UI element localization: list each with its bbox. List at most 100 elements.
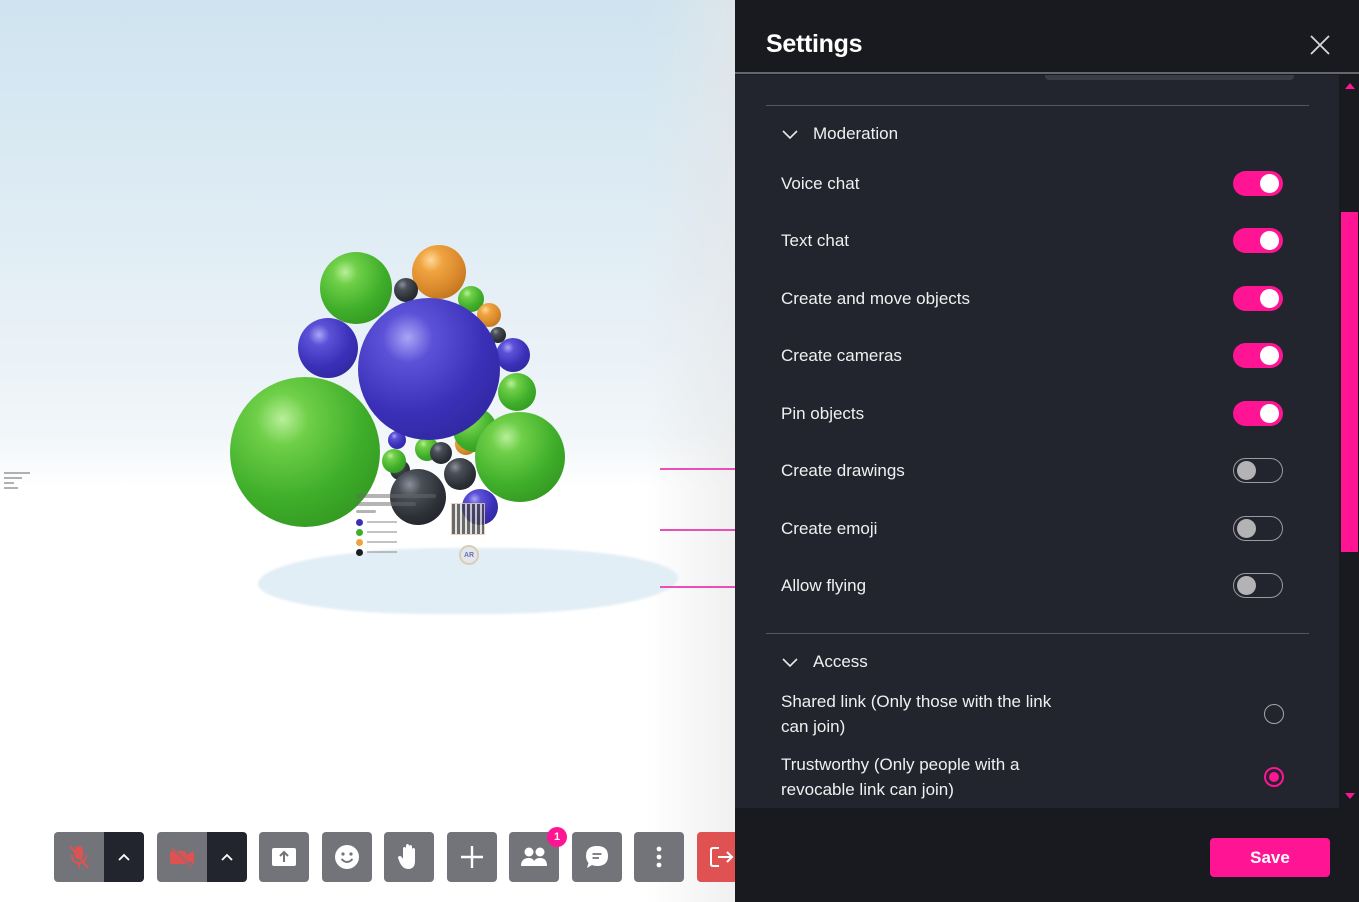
emoji-icon [335,845,359,869]
blue-sphere[interactable] [298,318,358,378]
more-vertical-icon [656,846,662,868]
green-sphere[interactable] [498,373,536,411]
blue-sphere[interactable] [496,338,530,372]
chat-icon [586,846,608,868]
legend-row [356,517,446,527]
plus-icon [461,846,483,868]
toggle-knob [1260,174,1279,193]
moderation-section-title: Moderation [813,124,899,143]
people-button[interactable]: 1 [509,827,567,882]
voice-chat-label: Voice chat [781,174,860,193]
blue-sphere[interactable] [358,298,500,440]
legend-row [356,537,446,547]
camera-options-button[interactable] [207,832,247,882]
panel-edge-shade [645,0,735,902]
access-section-toggle[interactable]: Access [781,652,868,672]
ar-button[interactable]: AR [459,545,479,565]
toggle-knob [1260,404,1279,423]
leave-icon [710,847,734,867]
poster-legend-heading [356,510,376,513]
allow-flying-toggle[interactable] [1233,573,1283,598]
text-chat-toggle[interactable] [1233,228,1283,253]
qr-code[interactable] [451,503,485,535]
orange-sphere[interactable] [412,245,466,299]
scroll-up-arrow-icon[interactable] [1345,83,1355,89]
camera-toggle-button[interactable] [157,832,207,882]
previous-field-edge [1045,75,1294,80]
close-icon[interactable] [1309,34,1331,56]
toggle-knob [1260,231,1279,250]
text-chat-label: Text chat [781,231,850,250]
toggle-knob [1237,519,1256,538]
save-button[interactable]: Save [1210,838,1330,877]
toggle-knob [1260,289,1279,308]
mic-toggle-button[interactable] [54,832,104,882]
scrollbar-thumb[interactable] [1341,212,1358,552]
dark-sphere[interactable] [444,458,476,490]
moderation-section-toggle[interactable]: Moderation [781,124,898,144]
camera-off-icon [170,846,194,868]
legend-dot [356,518,363,526]
green-sphere[interactable] [475,412,565,502]
toggle-knob [1237,461,1256,480]
distant-poster[interactable] [4,472,54,506]
camera-control [157,832,247,882]
create-cameras-toggle[interactable] [1233,343,1283,368]
dark-sphere[interactable] [430,442,452,464]
emoji-button[interactable] [322,832,372,882]
toggle-knob [1237,576,1256,595]
green-sphere[interactable] [382,449,406,473]
scroll-down-arrow-icon[interactable] [1345,793,1355,799]
annotation-arrow-create-drawings [660,468,735,470]
create-drawings-label: Create drawings [781,461,905,480]
create-move-objects-label: Create and move objects [781,289,970,308]
leave-room-button[interactable] [697,832,735,882]
chevron-up-icon [118,853,130,861]
shared-link-option-label: Shared link (Only those with the link ca… [781,692,1052,736]
poster-title-line [356,502,416,506]
3d-scene-viewport[interactable]: AR 1 [0,0,735,902]
mic-options-button[interactable] [104,832,144,882]
green-sphere[interactable] [320,252,392,324]
chat-button[interactable] [572,832,622,882]
shared-link-radio[interactable] [1264,704,1284,724]
legend-poster[interactable] [356,494,446,568]
create-drawings-toggle[interactable] [1233,458,1283,483]
create-emoji-toggle[interactable] [1233,516,1283,541]
add-object-button[interactable] [447,832,497,882]
share-screen-icon [272,848,296,866]
legend-dot [356,528,363,536]
people-icon [521,847,547,866]
create-cameras-label: Create cameras [781,346,902,365]
people-count-badge: 1 [547,827,567,847]
more-options-button[interactable] [634,832,684,882]
settings-header: Settings [735,0,1359,74]
create-move-objects-toggle[interactable] [1233,286,1283,311]
voice-chat-toggle[interactable] [1233,171,1283,196]
chevron-down-icon [782,130,798,140]
legend-row [356,527,446,537]
create-emoji-label: Create emoji [781,519,878,538]
legend-dot [356,538,363,546]
settings-scrollbar[interactable] [1339,75,1359,808]
annotation-arrow-create-emoji [660,529,735,531]
legend-dot [356,548,363,556]
annotation-arrow-allow-flying [660,586,735,588]
trustworthy-radio[interactable] [1264,767,1284,787]
poster-title-line [356,494,436,498]
settings-panel: Settings Moderation Voice chat Text chat… [735,0,1359,902]
raise-hand-button[interactable] [384,832,434,882]
settings-scroll-area[interactable]: Moderation Voice chat Text chat Create a… [735,75,1339,808]
pin-objects-toggle[interactable] [1233,401,1283,426]
legend-row [356,547,446,557]
pin-objects-label: Pin objects [781,404,865,423]
microphone-muted-icon [69,845,89,869]
trustworthy-option-label: Trustworthy (Only people with a revocabl… [781,755,1020,799]
toggle-knob [1260,346,1279,365]
chevron-down-icon [782,658,798,668]
settings-title: Settings [766,30,863,58]
allow-flying-label: Allow flying [781,576,867,595]
access-section-title: Access [813,652,868,671]
share-screen-button[interactable] [259,832,309,882]
raise-hand-icon [398,844,415,869]
